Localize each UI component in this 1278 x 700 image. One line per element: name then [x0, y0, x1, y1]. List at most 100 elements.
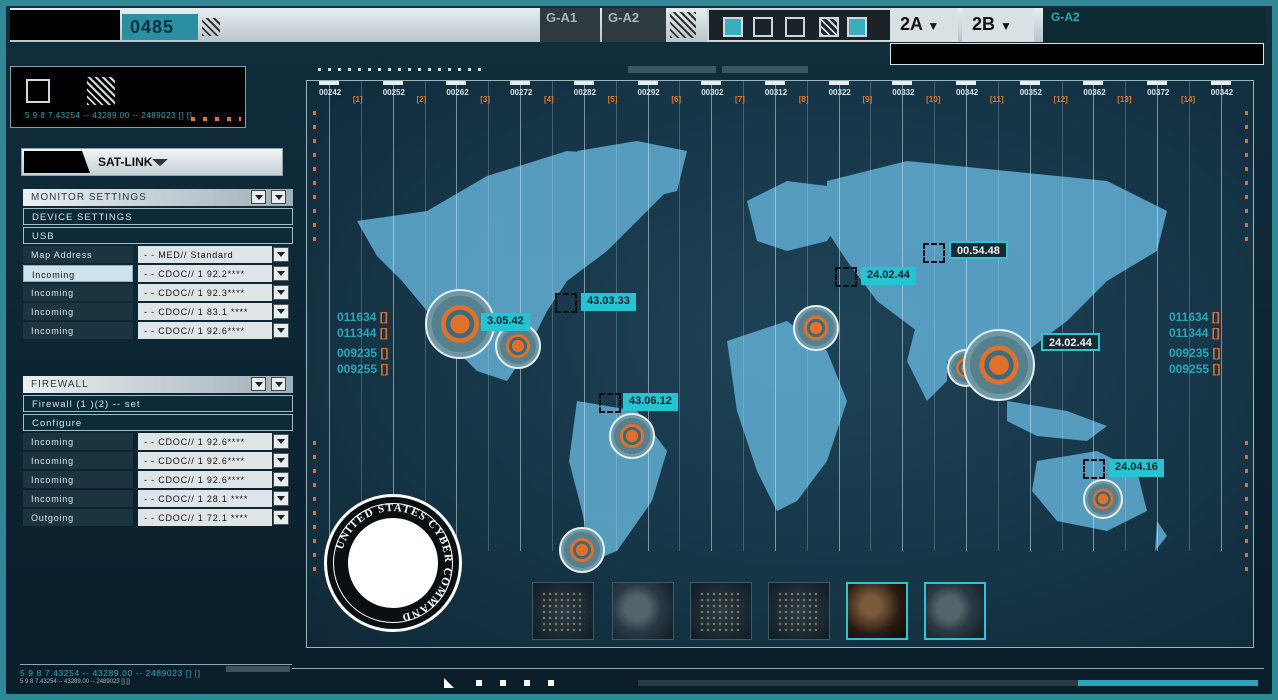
readout-value: 011344	[1169, 326, 1209, 340]
hotspot-marker[interactable]	[963, 329, 1035, 401]
row-value-select[interactable]: - - CDOC// 1 83.1 ****	[138, 303, 272, 320]
counter-display: 0485	[122, 14, 198, 40]
g-a1-button[interactable]: G-A1	[540, 8, 600, 42]
timestamp-tag[interactable]: 24.04.16	[1109, 459, 1164, 477]
timestamp-tag[interactable]: 43.03.33	[581, 293, 636, 311]
readout-marker: []	[1211, 326, 1220, 340]
row-value-select[interactable]: - - CDOC// 1 92.6****	[138, 433, 272, 450]
thumbnail-image[interactable]	[846, 582, 908, 640]
chevron-down-icon[interactable]	[273, 323, 289, 338]
row-key[interactable]: Incoming	[23, 265, 133, 282]
tick-line	[392, 81, 394, 551]
configure-item[interactable]: Configure	[23, 414, 293, 431]
square-inner-icon[interactable]	[785, 17, 805, 37]
top-strip-dots	[318, 68, 488, 71]
tick-cap	[1083, 81, 1104, 85]
row-value-select[interactable]: - - CDOC// 1 92.2****	[138, 265, 272, 282]
timestamp-tag[interactable]: 24.02.44	[1041, 333, 1100, 351]
chevron-down-icon[interactable]	[273, 247, 289, 262]
sub-tick-label: [12]	[1053, 95, 1068, 104]
row-value-select[interactable]: - - CDOC// 1 92.3****	[138, 284, 272, 301]
top-right-readout	[890, 43, 1264, 65]
corner-icon	[444, 678, 454, 688]
coordinate-readout: 5 9 8 7.43254 -- 43289.00 -- 2489023 [] …	[25, 111, 193, 120]
sub-tick-label: [8]	[798, 95, 809, 104]
row-value-select[interactable]: - - CDOC// 1 92.6****	[138, 452, 272, 469]
chevron-down-icon[interactable]	[273, 453, 289, 468]
chevron-down-icon[interactable]	[273, 472, 289, 487]
square-filled-icon[interactable]	[723, 17, 743, 37]
usb-item[interactable]: USB	[23, 227, 293, 244]
tick-line	[774, 81, 776, 551]
row-value-select[interactable]: - - CDOC// 1 72.1 ****	[138, 509, 272, 526]
seal-emblem	[345, 515, 441, 611]
readout-marker: []	[1212, 362, 1221, 376]
readout-marker: []	[380, 346, 389, 360]
status-dots	[191, 117, 241, 121]
mode-2a-label: 2A	[900, 14, 923, 34]
monitor-settings-header[interactable]: MONITOR SETTINGS	[23, 189, 293, 206]
tick-line	[1029, 81, 1031, 551]
diagonal-icon[interactable]	[847, 17, 867, 37]
edge-dots-right	[1245, 441, 1248, 581]
monitor-settings-label: MONITOR SETTINGS	[31, 192, 147, 203]
tick-label: 00342	[1210, 81, 1233, 97]
hotspot-marker[interactable]	[559, 527, 605, 573]
hotspot-marker[interactable]	[609, 413, 655, 459]
thumbnail-image[interactable]	[612, 582, 674, 640]
progress-dots	[476, 680, 566, 686]
chevron-down-icon[interactable]	[273, 434, 289, 449]
target-bracket	[923, 243, 945, 263]
tick-cap	[892, 81, 913, 85]
hotspot-marker[interactable]	[1083, 479, 1123, 519]
readout-line: 011634 []	[1169, 309, 1220, 325]
firewall-header[interactable]: FIREWALL	[23, 376, 293, 393]
g-a2-button[interactable]: G-A2	[602, 8, 666, 42]
mode-2b-dropdown[interactable]: 2B ▼	[962, 8, 1034, 42]
firewall-set-item[interactable]: Firewall (1 )(2) -- set	[23, 395, 293, 412]
timestamp-tag[interactable]: 3.05.42	[481, 313, 530, 331]
row-key: Incoming	[23, 303, 133, 320]
chevron-down-icon[interactable]	[271, 377, 286, 391]
hatch-icon[interactable]	[819, 17, 839, 37]
thumbnail-image[interactable]	[768, 582, 830, 640]
row-value-select[interactable]: - - CDOC// 1 28.1 ****	[138, 490, 272, 507]
sub-tick-label: [1]	[352, 95, 363, 104]
thumbnail-image[interactable]	[690, 582, 752, 640]
tick-cap	[764, 81, 785, 85]
chevron-down-icon[interactable]	[271, 190, 286, 204]
thumbnail-image[interactable]	[924, 582, 986, 640]
readout-marker: []	[379, 326, 388, 340]
readout-marker: []	[379, 310, 388, 324]
hatch-icon	[87, 77, 115, 105]
chevron-down-icon[interactable]	[251, 377, 266, 391]
chevron-down-icon[interactable]	[251, 190, 266, 204]
tick-label: 00292	[637, 81, 660, 97]
device-settings-item[interactable]: DEVICE SETTINGS	[23, 208, 293, 225]
timestamp-tag[interactable]: 43.06.12	[623, 393, 678, 411]
list-item: Incoming - - CDOC// 1 92.6****	[23, 471, 293, 488]
chevron-down-icon[interactable]	[273, 304, 289, 319]
readout-value: 009235	[1169, 346, 1210, 360]
edge-dots-left	[313, 441, 316, 581]
row-value-select[interactable]: - - MED// Standard	[138, 246, 272, 263]
tick-line	[1220, 81, 1222, 551]
chevron-down-icon[interactable]	[273, 266, 289, 281]
hotspot-marker[interactable]	[793, 305, 839, 351]
progress-fill	[1078, 680, 1258, 686]
sat-link-dropdown[interactable]: SAT-LINK	[21, 148, 283, 176]
square-outline-icon[interactable]	[753, 17, 773, 37]
tick-label: 00322	[828, 81, 851, 97]
chevron-down-icon[interactable]	[273, 491, 289, 506]
timestamp-tag[interactable]: 24.02.44	[861, 267, 916, 285]
chevron-down-icon[interactable]	[273, 510, 289, 525]
row-value-select[interactable]: - - CDOC// 1 92.6****	[138, 471, 272, 488]
row-value-select[interactable]: - - CDOC// 1 92.6****	[138, 322, 272, 339]
chevron-down-icon[interactable]	[273, 285, 289, 300]
timestamp-tag[interactable]: 00.54.48	[949, 241, 1008, 259]
target-bracket	[835, 267, 857, 287]
mode-2a-dropdown[interactable]: 2A ▼	[890, 8, 958, 42]
bottom-status-strip	[292, 668, 1264, 696]
thumbnail-image[interactable]	[532, 582, 594, 640]
bottom-left-readout: 5 9 8 7.43254 -- 43289.00 -- 2489023 [] …	[20, 664, 292, 685]
